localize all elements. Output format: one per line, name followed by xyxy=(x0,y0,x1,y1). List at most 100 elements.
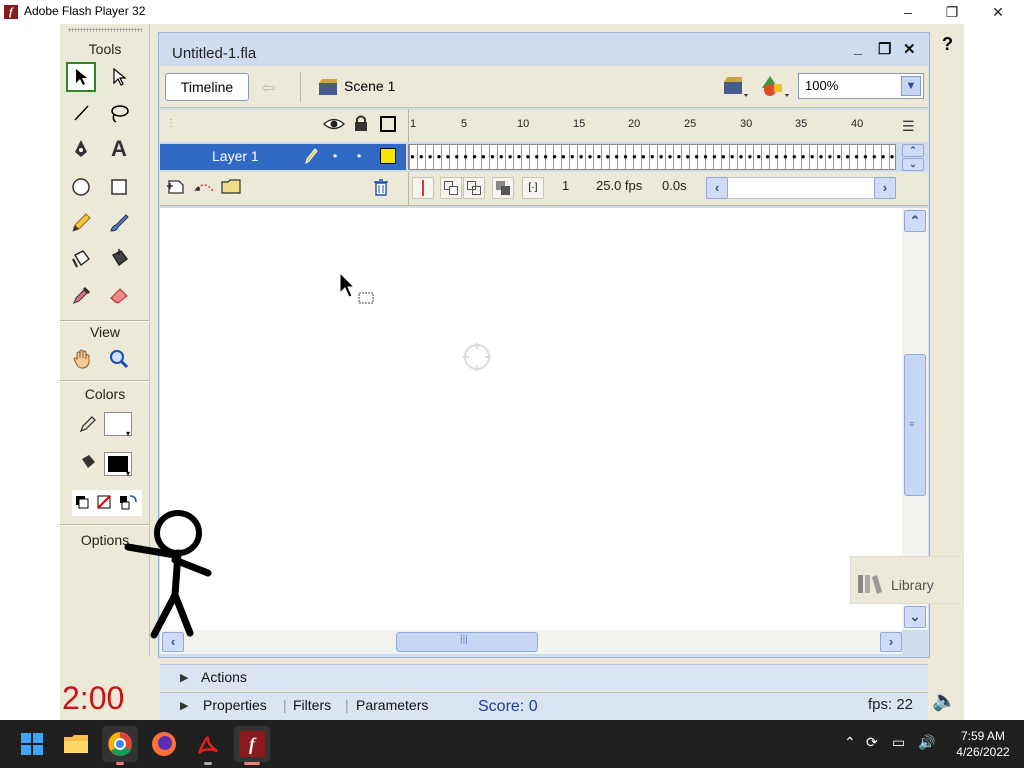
rectangle-tool-button[interactable] xyxy=(104,172,134,202)
close-button[interactable]: ✕ xyxy=(978,2,1018,22)
onion-skin-button[interactable] xyxy=(440,177,462,199)
insert-layer-icon[interactable] xyxy=(166,177,188,198)
timeline-button[interactable]: Timeline xyxy=(165,73,249,101)
doc-restore-button[interactable]: ❐ xyxy=(878,40,891,58)
doc-minimize-button[interactable]: _ xyxy=(854,40,862,57)
modify-onion-markers-button[interactable]: [·] xyxy=(522,177,544,199)
brush-tool-button[interactable] xyxy=(104,208,134,238)
text-tool-button[interactable]: A xyxy=(104,134,134,164)
vthumb-grip-icon: ≡ xyxy=(909,419,915,429)
eye-icon[interactable] xyxy=(323,116,345,135)
expand-triangle-icon[interactable]: ▶ xyxy=(180,699,188,712)
timeline-grip-icon[interactable]: ⋮ xyxy=(166,118,176,129)
chrome-icon xyxy=(108,732,132,756)
keyframe-dots: ●●●●●●●●●●●●●●●●●●●●●●●●●●●●●●●●●●●●●●●●… xyxy=(410,152,894,161)
timeline-menu-icon[interactable]: ☰ xyxy=(902,118,915,135)
flash-taskbar-button[interactable]: f xyxy=(234,726,270,762)
layer-row[interactable] xyxy=(160,144,406,170)
edit-symbols-icon[interactable] xyxy=(760,74,790,103)
volume-icon[interactable]: 🔊 xyxy=(918,734,935,751)
windows-icon xyxy=(21,733,43,755)
expand-triangle-icon[interactable]: ▶ xyxy=(180,671,188,684)
layer-name[interactable]: Layer 1 xyxy=(212,148,259,164)
frame-ruler[interactable] xyxy=(408,110,896,142)
maximize-button[interactable]: ❐ xyxy=(932,2,972,22)
ruler-number: 40 xyxy=(851,118,864,130)
acrobat-indicator xyxy=(204,762,212,765)
ruler-number: 20 xyxy=(628,118,641,130)
motion-guide-icon[interactable] xyxy=(193,177,215,198)
firefox-button[interactable] xyxy=(146,726,182,762)
frame-rate: 25.0 fps xyxy=(596,178,643,193)
library-icon xyxy=(858,575,882,594)
onion-outline-button[interactable] xyxy=(463,177,485,199)
parameters-tab[interactable]: Parameters xyxy=(356,697,428,713)
document-tab[interactable]: Untitled-1.fla xyxy=(164,40,266,68)
line-tool-button[interactable] xyxy=(66,98,96,128)
back-arrow-icon[interactable]: ⇦ xyxy=(262,78,275,98)
start-button[interactable] xyxy=(14,726,50,762)
pencil-tool-button[interactable] xyxy=(66,208,96,238)
acrobat-button[interactable] xyxy=(190,726,226,762)
lasso-icon xyxy=(111,105,129,123)
lasso-tool-button[interactable] xyxy=(104,98,134,128)
edit-multiple-frames-button[interactable] xyxy=(492,177,514,199)
minimize-button[interactable]: – xyxy=(888,2,928,22)
pen-tool-button[interactable] xyxy=(66,134,96,164)
trash-icon[interactable] xyxy=(372,178,390,199)
layer-visible-dot[interactable]: • xyxy=(333,149,337,163)
properties-tab[interactable]: Properties xyxy=(203,697,267,713)
filters-tab[interactable]: Filters xyxy=(293,697,331,713)
edit-scene-icon[interactable] xyxy=(722,74,750,103)
insert-folder-icon[interactable] xyxy=(220,177,244,198)
library-panel-tab[interactable]: Library xyxy=(850,556,964,604)
timeline-scroll-right-button[interactable]: › xyxy=(874,177,896,199)
actions-panel-bar[interactable]: ▶ Actions xyxy=(160,664,928,690)
properties-panel-bar[interactable]: ▶ Properties | Filters | Parameters xyxy=(160,692,928,720)
library-label: Library xyxy=(891,577,934,593)
stage-scroll-down-button[interactable]: ⌄ xyxy=(904,606,926,628)
timeline-hscroll[interactable] xyxy=(706,177,896,199)
ink-bottle-tool-button[interactable] xyxy=(66,244,96,274)
paint-bucket-tool-button[interactable] xyxy=(104,244,134,274)
tray-chevron-up-icon[interactable]: ⌃ xyxy=(844,734,856,751)
stage-scroll-up-button[interactable]: ⌃ xyxy=(904,210,926,232)
eyedropper-tool-button[interactable] xyxy=(66,280,96,310)
tools-divider xyxy=(60,320,150,322)
timeline-scroll-left-button[interactable]: ‹ xyxy=(706,177,728,199)
selection-tool-button[interactable] xyxy=(66,62,96,92)
outline-icon[interactable] xyxy=(380,116,396,132)
eraser-tool-button[interactable] xyxy=(104,280,134,310)
timeline-scroll-down-button[interactable]: ⌄ xyxy=(902,158,924,171)
stage-canvas[interactable] xyxy=(160,208,902,630)
chrome-button[interactable] xyxy=(102,726,138,762)
layer-outline-color[interactable] xyxy=(380,148,396,164)
center-frame-button[interactable] xyxy=(412,177,434,199)
taskbar-clock[interactable]: 7:59 AM 4/26/2022 xyxy=(948,728,1018,760)
subselection-tool-button[interactable] xyxy=(104,62,134,92)
tray-update-icon[interactable]: ⟳ xyxy=(866,734,878,751)
oval-tool-button[interactable] xyxy=(66,172,96,202)
timeline-scroll-up-button[interactable]: ⌃ xyxy=(902,144,924,157)
fill-color-swatch[interactable]: ▾ xyxy=(104,452,132,478)
sound-icon[interactable]: 🔈 xyxy=(932,688,957,713)
text-icon: A xyxy=(111,136,127,161)
doc-close-button[interactable]: ✕ xyxy=(903,40,916,58)
stage-scroll-right-button[interactable]: › xyxy=(880,632,902,652)
file-explorer-button[interactable] xyxy=(58,726,94,762)
help-icon[interactable]: ? xyxy=(942,34,953,55)
stroke-color-swatch[interactable]: ▾ xyxy=(104,412,132,438)
layer-lock-dot[interactable]: • xyxy=(357,149,361,163)
zoom-tool-button[interactable] xyxy=(104,344,134,374)
zoom-select[interactable]: 100% ▼ xyxy=(798,73,924,99)
hand-tool-button[interactable] xyxy=(68,344,98,374)
magnifier-icon xyxy=(110,350,129,369)
acrobat-icon xyxy=(197,736,218,754)
actions-label[interactable]: Actions xyxy=(201,669,247,685)
stage-vscroll-thumb[interactable] xyxy=(904,354,926,496)
chevron-down-icon[interactable]: ▼ xyxy=(901,76,921,96)
tools-grip[interactable] xyxy=(68,28,142,32)
network-icon[interactable]: ▭ xyxy=(892,734,905,751)
lock-icon[interactable] xyxy=(353,114,369,135)
arrow-icon xyxy=(76,69,87,85)
